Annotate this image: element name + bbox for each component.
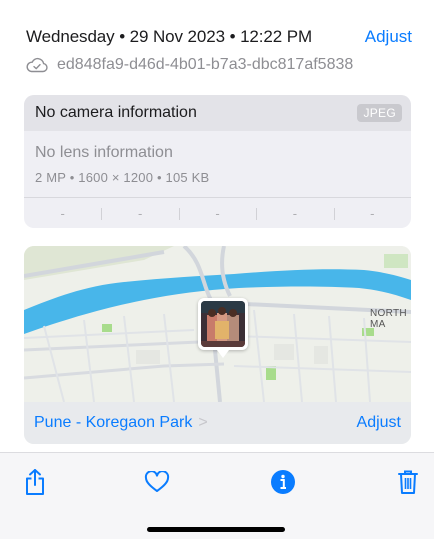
adjust-location-button[interactable]: Adjust — [357, 414, 401, 432]
exif-iso: - — [60, 205, 65, 221]
heart-icon — [144, 469, 170, 498]
filename-text: ed848fa9-d46d-4b01-b7a3-dbc817af5838 — [57, 56, 354, 73]
map-footer: Pune - Koregaon Park > Adjust — [24, 402, 411, 444]
camera-info-card: No camera information JPEG No lens infor… — [24, 95, 411, 228]
location-link[interactable]: Pune - Koregaon Park > — [34, 414, 208, 432]
share-icon — [24, 468, 46, 501]
exif-exposure: - — [178, 206, 256, 221]
adjust-date-button[interactable]: Adjust — [365, 27, 412, 47]
location-map-card: NORTH MA Pune - Koregaon Park > Adjust — [24, 246, 411, 444]
camera-info-header: No camera information JPEG — [24, 95, 411, 131]
info-button[interactable] — [266, 467, 300, 501]
exif-focal-length: - — [101, 206, 178, 221]
trash-icon — [397, 469, 419, 500]
location-name: Pune - Koregaon Park — [34, 414, 193, 431]
date-row: Wednesday • 29 Nov 2023 • 12:22 PM Adjus… — [26, 26, 412, 48]
date-time-text: Wednesday • 29 Nov 2023 • 12:22 PM — [26, 27, 313, 46]
exif-aperture: - — [256, 206, 333, 221]
exif-shutter: - — [333, 206, 411, 221]
photo-thumbnail — [201, 301, 245, 347]
road-label: NORTH MA — [370, 308, 407, 330]
image-specs-text: 2 MP • 1600 × 1200 • 105 KB — [35, 170, 210, 185]
chevron-right-icon: > — [198, 414, 208, 431]
filename-row: ed848fa9-d46d-4b01-b7a3-dbc817af5838 — [26, 54, 412, 76]
photo-info-header: Wednesday • 29 Nov 2023 • 12:22 PM Adjus… — [26, 26, 412, 76]
delete-button[interactable] — [391, 467, 425, 501]
cloud-check-icon — [26, 57, 48, 73]
home-indicator[interactable] — [147, 527, 285, 532]
share-button[interactable] — [18, 467, 52, 501]
camera-info-text: No camera information — [35, 104, 197, 121]
favorite-button[interactable] — [140, 467, 174, 501]
lens-info-text: No lens information — [35, 144, 173, 161]
info-icon — [270, 469, 296, 500]
exif-row: - - - - - — [24, 198, 411, 228]
format-badge: JPEG — [357, 104, 402, 122]
photo-location-pin[interactable] — [198, 298, 248, 358]
